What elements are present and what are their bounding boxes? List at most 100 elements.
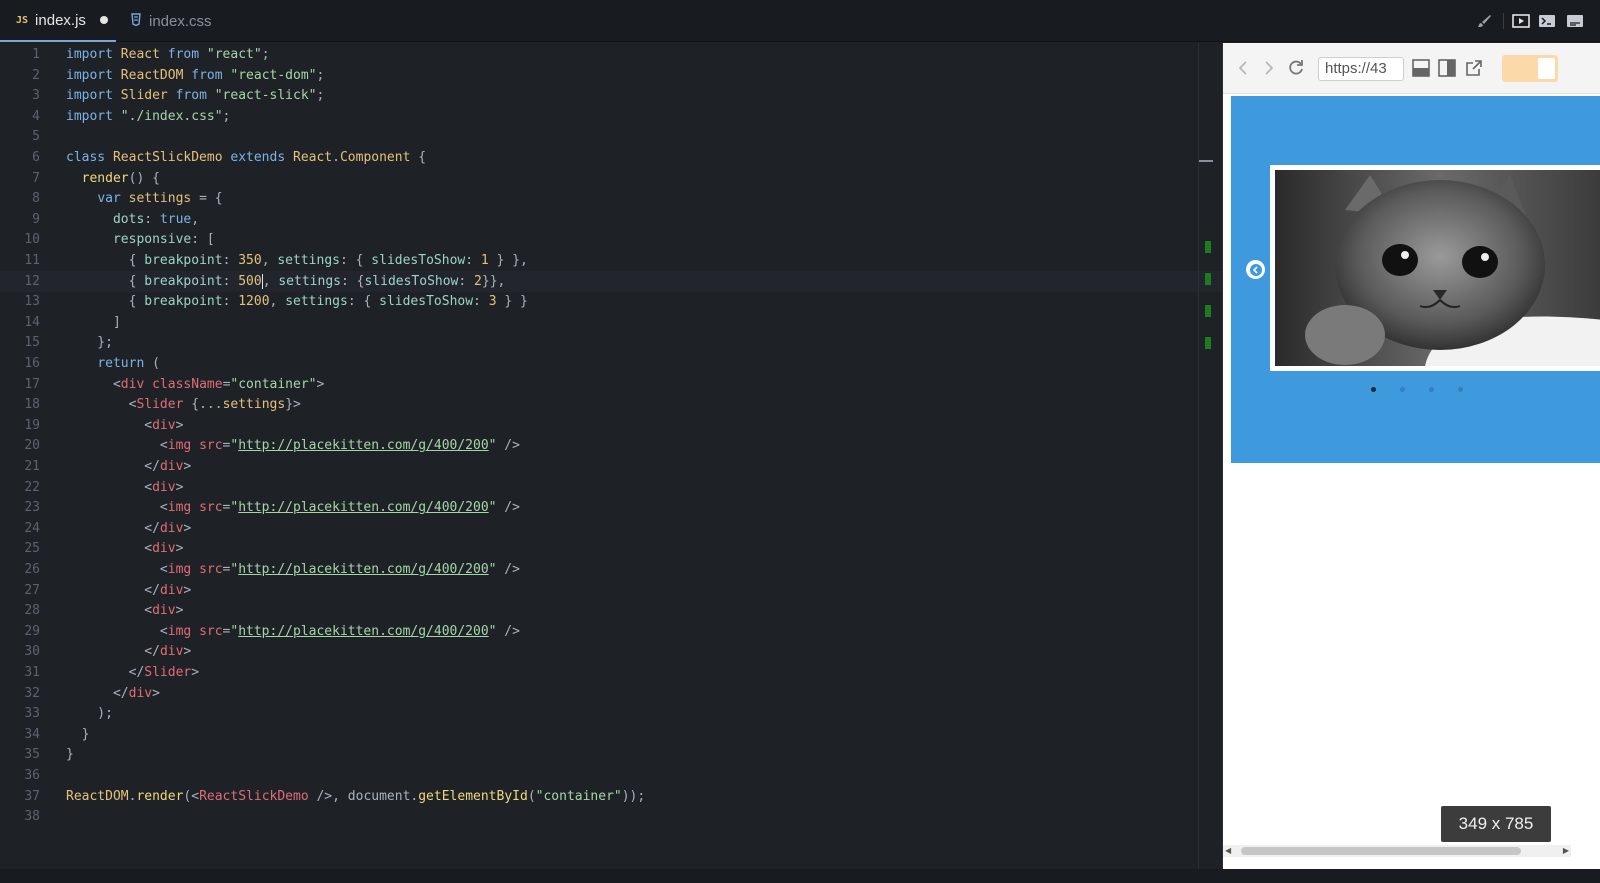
code-editor[interactable]: 1 import React from "react"; 2 import React… (0, 43, 1222, 869)
code-line[interactable]: 4 import "./index.css"; (0, 106, 1222, 127)
code-line[interactable]: 19 <div> (0, 415, 1222, 436)
code-line[interactable]: 34 } (0, 724, 1222, 745)
code-line[interactable]: 14 ] (0, 312, 1222, 333)
code-line[interactable]: 25 <div> (0, 538, 1222, 559)
line-number: 14 (24, 314, 40, 330)
code-text: <div> (144, 541, 184, 557)
code-text: </div> (144, 459, 192, 474)
code-text: </div> (144, 644, 192, 660)
code-line[interactable]: 7 render() { (0, 168, 1222, 189)
code-text: } (66, 747, 74, 763)
back-icon[interactable] (1233, 58, 1253, 78)
line-number: 1 (32, 47, 40, 62)
scrollbar-thumb[interactable] (1241, 847, 1521, 855)
line-number: 4 (32, 108, 40, 124)
line-number: 11 (24, 253, 40, 268)
kitten-photo (1275, 170, 1600, 366)
tab-label: index.js (35, 11, 86, 29)
code-text: { breakpoint: 350, settings: { slidesToS… (66, 253, 528, 268)
preview-toggle[interactable] (1502, 55, 1558, 82)
layout-vertical-icon[interactable] (1438, 59, 1458, 79)
horizontal-scrollbar[interactable]: ◀ ▶ (1223, 845, 1571, 857)
bottom-panel-tabs (0, 869, 1600, 883)
code-line[interactable]: 17 <div className="container"> (0, 374, 1222, 395)
code-line[interactable]: 24 </div> (0, 518, 1222, 539)
code-line[interactable]: 31 </Slider> (0, 662, 1222, 683)
terminal-icon[interactable] (1537, 11, 1557, 31)
line-number: 24 (24, 520, 40, 536)
carousel-prev-button[interactable] (1246, 260, 1265, 279)
line-number: 13 (24, 294, 40, 310)
code-line[interactable]: 20 <img src="http://placekitten.com/g/40… (0, 435, 1222, 456)
code-line[interactable]: 11 { breakpoint: 350, settings: { slides… (0, 250, 1222, 271)
line-number: 18 (24, 397, 40, 413)
console-icon[interactable] (1565, 11, 1585, 31)
code-line[interactable]: 18 <Slider {...settings}> (0, 394, 1222, 415)
line-number: 26 (24, 562, 40, 577)
code-text: var settings = { (97, 191, 223, 207)
code-line[interactable]: 1 import React from "react"; (0, 44, 1222, 65)
code-line[interactable]: 30 </div> (0, 641, 1222, 662)
code-line[interactable]: 21 </div> (0, 456, 1222, 477)
layout-horizontal-icon[interactable] (1412, 59, 1432, 79)
code-text: { breakpoint: 500, settings: {slidesToSh… (66, 273, 506, 289)
code-line[interactable]: 15 }; (0, 332, 1222, 353)
carousel-dot-1[interactable] (1371, 387, 1376, 392)
code-line[interactable]: 3 import Slider from "react-slick"; (0, 85, 1222, 106)
code-text: <div className="container"> (112, 376, 325, 392)
code-line[interactable]: 13 { breakpoint: 1200, settings: { slide… (0, 291, 1222, 312)
tab-index-js[interactable]: JS index.js (0, 0, 116, 42)
code-line[interactable]: 10 responsive: [ (0, 229, 1222, 250)
code-line[interactable]: 36 (0, 765, 1222, 786)
code-line[interactable]: 12 { breakpoint: 500, settings: {slidesT… (0, 270, 1222, 292)
editor-overview-ruler[interactable] (1198, 43, 1220, 869)
code-text: } (66, 726, 90, 742)
code-line[interactable]: 8 var settings = { (0, 188, 1222, 209)
open-external-icon[interactable] (1465, 59, 1485, 79)
line-number: 15 (24, 335, 40, 351)
code-line[interactable]: 22 <div> (0, 477, 1222, 498)
line-number: 29 (24, 623, 40, 639)
line-number: 33 (24, 706, 40, 722)
carousel-dot-2[interactable] (1400, 387, 1405, 392)
code-line[interactable]: 27 </div> (0, 580, 1222, 601)
line-number: 8 (32, 191, 40, 207)
url-input[interactable]: https://43 (1318, 57, 1404, 81)
line-number: 17 (24, 376, 40, 392)
code-line[interactable]: 35} (0, 744, 1222, 765)
code-line[interactable]: 6 class ReactSlickDemo extends React.Comp… (0, 147, 1222, 168)
css-file-icon (130, 13, 142, 29)
code-line[interactable]: 2 import ReactDOM from "react-dom"; (0, 65, 1222, 86)
viewport-size-badge: 349 x 785 (1441, 806, 1551, 842)
code-line[interactable]: 26 <img src="http://placekitten.com/g/40… (0, 559, 1222, 580)
code-line[interactable]: 28 <div> (0, 600, 1222, 621)
code-line[interactable]: 33 ); (0, 703, 1222, 724)
code-line[interactable]: 5 (0, 126, 1222, 147)
carousel-dot-3[interactable] (1429, 387, 1434, 392)
code-line[interactable]: 29 <img src="http://placekitten.com/g/40… (0, 621, 1222, 642)
preview-pane: https://43 349 x 785 ◀ ▶ (1222, 43, 1600, 869)
preview-icon[interactable] (1511, 11, 1531, 31)
code-text: </div> (144, 582, 192, 598)
scroll-left-icon[interactable]: ◀ (1225, 846, 1231, 855)
chevron-left-icon (1249, 263, 1262, 276)
line-number: 38 (24, 809, 40, 825)
line-number: 6 (32, 150, 40, 165)
scroll-right-icon[interactable]: ▶ (1563, 846, 1569, 855)
forward-icon[interactable] (1259, 58, 1279, 78)
brush-icon[interactable] (1475, 11, 1495, 31)
code-line[interactable]: 9 dots: true, (0, 209, 1222, 230)
code-line[interactable]: 32 </div> (0, 683, 1222, 704)
line-number: 34 (24, 726, 40, 742)
reload-icon[interactable] (1286, 58, 1306, 78)
line-number: 20 (24, 438, 40, 454)
code-line[interactable]: 38 (0, 806, 1222, 827)
carousel-dot-4[interactable] (1458, 387, 1463, 392)
code-line[interactable]: 37 ReactDOM.render(<ReactSlickDemo />, do… (0, 786, 1222, 807)
code-text: import ReactDOM from "react-dom"; (66, 67, 325, 83)
tab-label: index.css (149, 12, 212, 30)
code-line[interactable]: 16 return ( (0, 353, 1222, 374)
code-line[interactable]: 23 <img src="http://placekitten.com/g/40… (0, 497, 1222, 518)
tab-index-css[interactable]: index.css (116, 0, 226, 42)
line-number: 2 (32, 67, 40, 83)
